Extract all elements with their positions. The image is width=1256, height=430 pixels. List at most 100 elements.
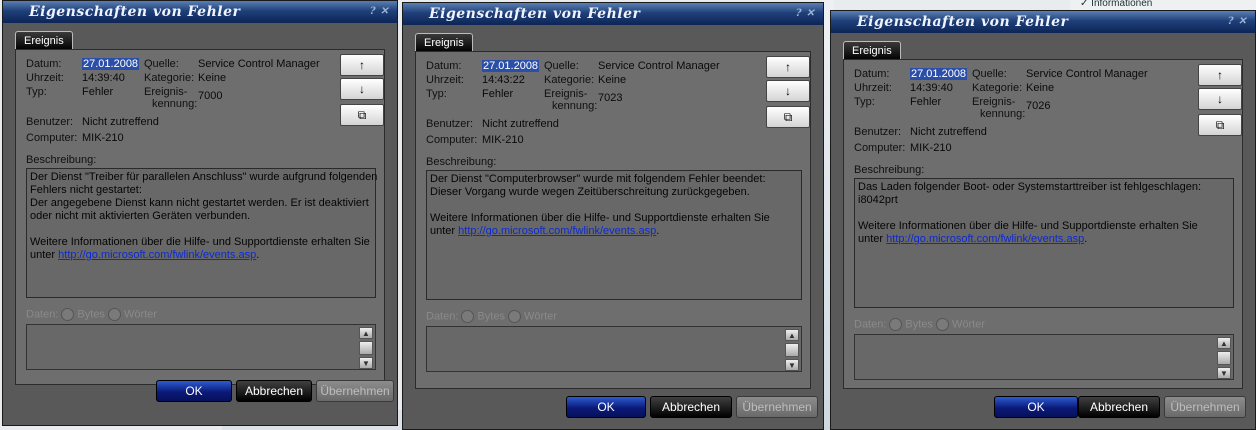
datum-value[interactable]: 27.01.2008 bbox=[82, 58, 140, 70]
ok-button[interactable]: OK bbox=[156, 380, 232, 402]
ok-button[interactable]: OK bbox=[994, 396, 1078, 418]
quelle-value: Service Control Manager bbox=[598, 60, 720, 72]
scroll-thumb[interactable] bbox=[785, 343, 799, 357]
datum-value-selected: 27.01.2008 bbox=[482, 60, 540, 72]
description-box[interactable]: Der Dienst "Treiber für parallelen Ansch… bbox=[26, 168, 378, 298]
label-bytes: Bytes bbox=[477, 310, 505, 323]
data-box[interactable]: ▲ ▼ bbox=[26, 324, 376, 370]
label-daten: Daten: bbox=[854, 318, 887, 331]
description-line bbox=[30, 223, 372, 236]
dialog-title: Eigenschaften von Fehler ? ✕ bbox=[403, 3, 823, 25]
copy-button[interactable]: ⧉ bbox=[340, 104, 384, 126]
label-ereignis: Ereignis- bbox=[544, 88, 588, 100]
quelle-value: Service Control Manager bbox=[1026, 68, 1148, 80]
cancel-button[interactable]: Abbrechen bbox=[236, 380, 312, 402]
data-scrollbar[interactable]: ▲ ▼ bbox=[785, 329, 799, 371]
scroll-up-icon[interactable]: ▲ bbox=[1217, 337, 1231, 349]
label-bytes: Bytes bbox=[905, 318, 933, 331]
datum-value-selected: 27.01.2008 bbox=[910, 68, 968, 80]
scroll-down-icon[interactable]: ▼ bbox=[359, 357, 373, 369]
event-panel: Datum: Uhrzeit: Typ: 27.01.2008 14:39:40 Fehl… bbox=[15, 49, 385, 385]
woerter-radio[interactable] bbox=[507, 310, 521, 323]
description-link-suffix: . bbox=[656, 225, 660, 237]
apply-button[interactable]: Übernehmen bbox=[316, 380, 394, 402]
apply-button[interactable]: Übernehmen bbox=[1164, 396, 1246, 418]
description-line: Dieser Vorgang wurde wegen Zeitüberschre… bbox=[430, 186, 750, 198]
description-link-prefix: unter bbox=[858, 233, 887, 245]
woerter-radio[interactable] bbox=[935, 318, 949, 331]
properties-dialog: Eigenschaften von Fehler? ✕ Ereignis Datum… bbox=[830, 10, 1256, 430]
label-daten: Daten: bbox=[26, 308, 59, 321]
scroll-thumb[interactable] bbox=[1217, 351, 1231, 365]
scroll-thumb[interactable] bbox=[359, 341, 373, 355]
computer-value: MIK-210 bbox=[910, 142, 952, 154]
data-box[interactable]: ▲ ▼ bbox=[426, 326, 802, 372]
label-benutzer: Benutzer: bbox=[426, 118, 474, 130]
properties-dialog: Eigenschaften von Fehler? ✕ Ereignis Datum… bbox=[2, 0, 398, 426]
scroll-down-icon[interactable]: ▼ bbox=[1217, 367, 1231, 379]
dialog-title: Eigenschaften von Fehler ? ✕ bbox=[831, 11, 1255, 33]
description-line bbox=[430, 199, 798, 212]
previous-event-button[interactable]: ↑ bbox=[1198, 64, 1242, 86]
label-kategorie: Kategorie: bbox=[972, 82, 1023, 94]
bytes-radio[interactable] bbox=[889, 318, 903, 331]
previous-event-button[interactable]: ↑ bbox=[766, 56, 810, 78]
events-link[interactable]: http://go.microsoft.com/fwlink/events.as… bbox=[886, 233, 1084, 245]
description-box[interactable]: Der Dienst "Computerbrowser" wurde mit f… bbox=[426, 170, 802, 300]
tab-ereignis[interactable]: Ereignis bbox=[415, 33, 473, 52]
label-woerter: Wörter bbox=[523, 310, 557, 323]
data-scrollbar[interactable]: ▲ ▼ bbox=[359, 327, 373, 369]
tab-ereignis[interactable]: Ereignis bbox=[843, 41, 901, 60]
event-panel: Datum: Uhrzeit: Typ: 27.01.2008 14:43:22 Fehl… bbox=[415, 51, 811, 389]
label-beschreibung: Beschreibung: bbox=[426, 156, 497, 168]
cancel-button[interactable]: Abbrechen bbox=[650, 396, 732, 418]
apply-button[interactable]: Übernehmen bbox=[736, 396, 818, 418]
dialog-title-text: Eigenschaften von Fehler bbox=[429, 6, 641, 22]
window-controls[interactable]: ? ✕ bbox=[370, 1, 389, 23]
kennung-value: 7023 bbox=[598, 92, 623, 104]
next-event-button[interactable]: ↓ bbox=[766, 80, 810, 102]
label-ereignis: Ereignis- bbox=[144, 86, 188, 98]
ok-button[interactable]: OK bbox=[566, 396, 646, 418]
copy-button[interactable]: ⧉ bbox=[1198, 114, 1242, 136]
description-box[interactable]: Das Laden folgender Boot- oder Systemsta… bbox=[854, 178, 1234, 308]
datum-value[interactable]: 27.01.2008 bbox=[482, 60, 540, 72]
description-line: Der angegebene Dienst kann nicht gestart… bbox=[30, 197, 369, 209]
scroll-up-icon[interactable]: ▲ bbox=[785, 329, 799, 341]
next-event-button[interactable]: ↓ bbox=[340, 78, 384, 100]
bytes-radio[interactable] bbox=[61, 308, 75, 321]
datum-value[interactable]: 27.01.2008 bbox=[910, 68, 968, 80]
tab-ereignis[interactable]: Ereignis bbox=[15, 31, 73, 50]
events-link[interactable]: http://go.microsoft.com/fwlink/events.as… bbox=[58, 249, 256, 261]
data-scrollbar[interactable]: ▲ ▼ bbox=[1217, 337, 1231, 379]
dialog-title-text: Eigenschaften von Fehler bbox=[857, 14, 1069, 30]
kennung-value: 7000 bbox=[198, 90, 223, 102]
events-link[interactable]: http://go.microsoft.com/fwlink/events.as… bbox=[458, 225, 656, 237]
window-controls[interactable]: ? ✕ bbox=[796, 3, 815, 25]
scroll-down-icon[interactable]: ▼ bbox=[785, 359, 799, 371]
copy-button[interactable]: ⧉ bbox=[766, 106, 810, 128]
kategorie-value: Keine bbox=[198, 72, 227, 84]
data-box[interactable]: ▲ ▼ bbox=[854, 334, 1234, 380]
previous-event-button[interactable]: ↑ bbox=[340, 54, 384, 76]
label-kategorie: Kategorie: bbox=[544, 74, 595, 86]
kennung-value: 7026 bbox=[1026, 100, 1051, 112]
data-format-row: Daten: Bytes Wörter bbox=[426, 310, 557, 323]
next-event-button[interactable]: ↓ bbox=[1198, 88, 1242, 110]
label-woerter: Wörter bbox=[123, 308, 157, 321]
window-controls[interactable]: ? ✕ bbox=[1228, 11, 1247, 33]
quelle-value: Service Control Manager bbox=[198, 58, 320, 70]
computer-value: MIK-210 bbox=[82, 132, 124, 144]
woerter-radio[interactable] bbox=[107, 308, 121, 321]
data-format-row: Daten: Bytes Wörter bbox=[26, 308, 157, 321]
label-benutzer: Benutzer: bbox=[854, 126, 902, 138]
scroll-up-icon[interactable]: ▲ bbox=[359, 327, 373, 339]
label-beschreibung: Beschreibung: bbox=[854, 164, 925, 176]
label-computer: Computer: bbox=[426, 134, 478, 146]
description-link-suffix: . bbox=[256, 249, 260, 261]
description-line: Der Dienst "Treiber für parallelen Ansch… bbox=[30, 171, 378, 183]
cancel-button[interactable]: Abbrechen bbox=[1078, 396, 1160, 418]
description-link-prefix: unter bbox=[30, 249, 59, 261]
description-line: Weitere Informationen über die Hilfe- un… bbox=[430, 212, 770, 224]
bytes-radio[interactable] bbox=[461, 310, 475, 323]
